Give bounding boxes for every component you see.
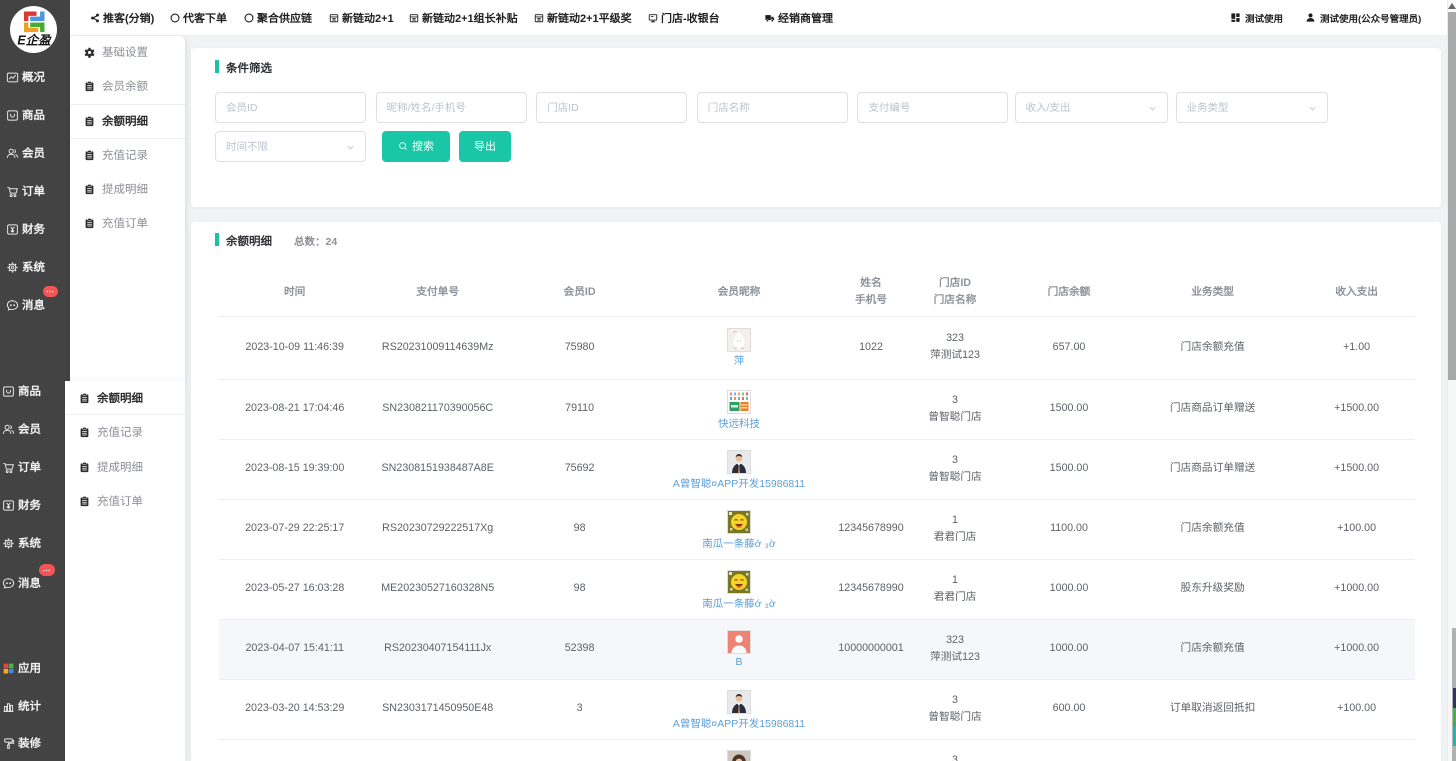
- svg-text:E企盈: E企盈: [17, 34, 52, 48]
